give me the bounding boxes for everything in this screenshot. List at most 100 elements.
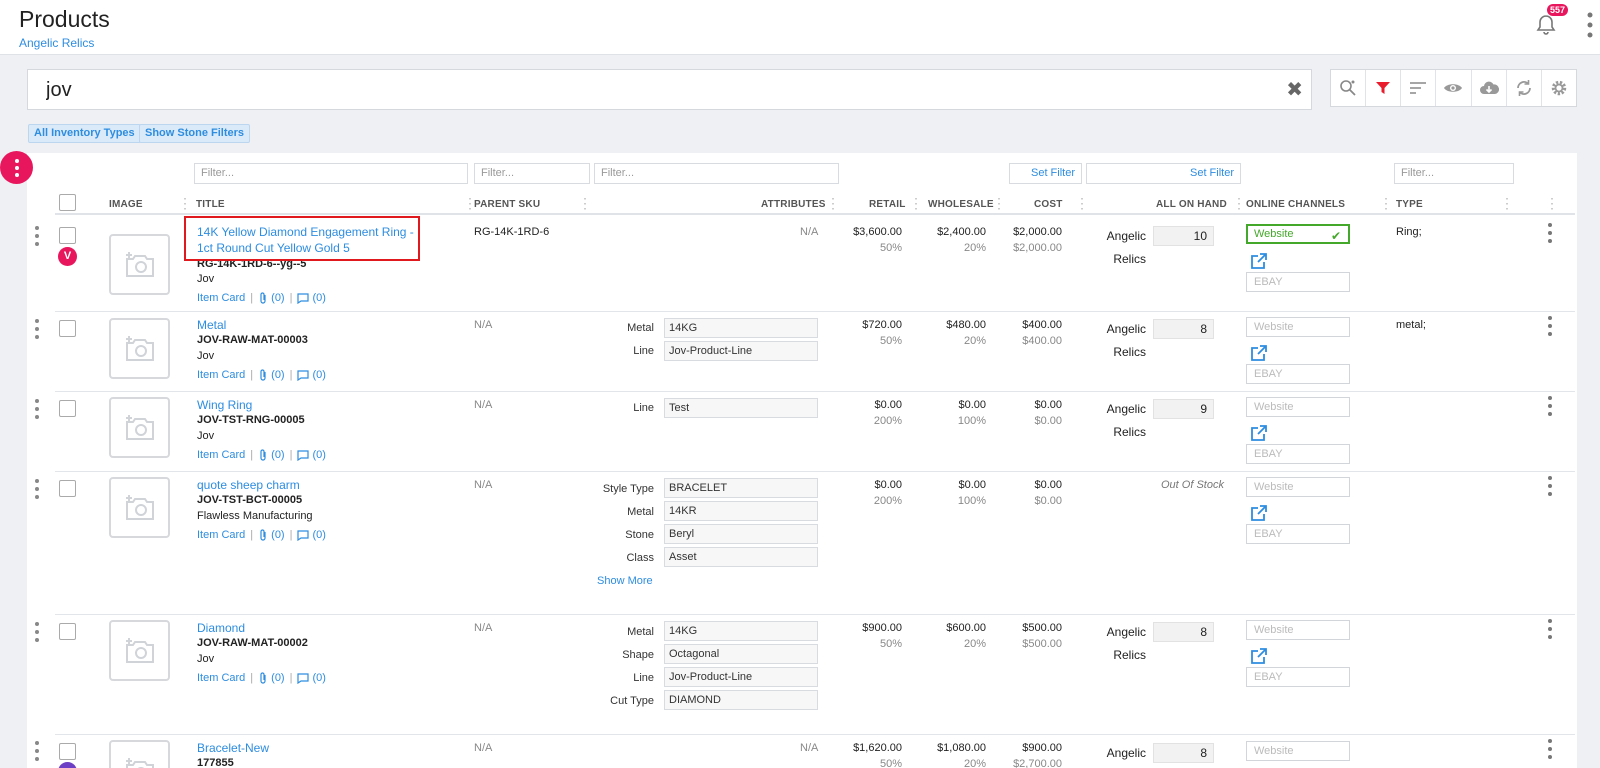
row-actions-icon[interactable]	[1547, 316, 1553, 336]
show-more-link[interactable]: Show More	[597, 575, 653, 587]
external-link-icon[interactable]	[1250, 344, 1268, 362]
column-resize-handle[interactable]	[1075, 196, 1078, 210]
comment-icon[interactable]	[297, 449, 310, 461]
row-actions-icon[interactable]	[1547, 223, 1553, 243]
actions-fab[interactable]	[0, 151, 33, 184]
comment-count[interactable]: (0)	[312, 292, 325, 304]
on-hand-qty[interactable]: 8	[1153, 319, 1214, 339]
attachment-count[interactable]: (0)	[271, 292, 284, 304]
all-inventory-types-chip[interactable]: All Inventory Types	[28, 124, 141, 143]
paperclip-icon[interactable]	[258, 529, 268, 541]
comment-icon[interactable]	[297, 529, 310, 541]
ebay-channel[interactable]: EBAY	[1246, 444, 1350, 464]
col-title[interactable]: TITLE	[196, 199, 225, 210]
close-icon[interactable]: ✖	[1286, 80, 1303, 100]
comment-count[interactable]: (0)	[312, 672, 325, 684]
row-checkbox[interactable]	[59, 623, 76, 640]
row-menu-icon[interactable]	[34, 319, 40, 339]
camera-icon[interactable]	[109, 318, 170, 379]
ebay-channel[interactable]: EBAY	[1246, 364, 1350, 384]
row-checkbox[interactable]	[59, 480, 76, 497]
row-menu-icon[interactable]	[34, 479, 40, 499]
row-menu-icon[interactable]	[34, 741, 40, 761]
item-card-link[interactable]: Item Card	[197, 369, 245, 381]
row-checkbox[interactable]	[59, 320, 76, 337]
column-menu-handle[interactable]	[1545, 196, 1548, 210]
attributes-filter[interactable]: Filter...	[594, 163, 839, 184]
website-channel[interactable]: Website	[1246, 620, 1350, 640]
row-actions-icon[interactable]	[1547, 739, 1553, 759]
view-button[interactable]	[1436, 70, 1472, 106]
on-hand-qty[interactable]: 9	[1153, 399, 1214, 419]
paperclip-icon[interactable]	[258, 672, 268, 684]
ebay-channel[interactable]: EBAY	[1246, 272, 1350, 292]
price-set-filter[interactable]: Set Filter	[1009, 163, 1082, 184]
website-channel[interactable]: Website	[1246, 477, 1350, 497]
website-channel-active[interactable]: Website ✔	[1246, 224, 1350, 244]
column-resize-handle[interactable]	[178, 196, 181, 210]
col-type[interactable]: TYPE	[1396, 199, 1423, 210]
column-resize-handle[interactable]	[826, 196, 829, 210]
more-menu-icon[interactable]	[1587, 12, 1593, 38]
col-attributes[interactable]: ATTRIBUTES	[761, 199, 826, 210]
paperclip-icon[interactable]	[258, 449, 268, 461]
comment-icon[interactable]	[297, 672, 310, 684]
comment-icon[interactable]	[297, 369, 310, 381]
paperclip-icon[interactable]	[258, 292, 268, 304]
col-cost[interactable]: COST	[1034, 199, 1063, 210]
comment-count[interactable]: (0)	[312, 449, 325, 461]
camera-icon[interactable]	[109, 234, 170, 295]
product-title-link[interactable]: Bracelet-New	[197, 740, 269, 756]
search-input[interactable]	[46, 78, 1266, 102]
website-channel[interactable]: Website	[1246, 397, 1350, 417]
type-filter[interactable]: Filter...	[1394, 163, 1514, 184]
camera-icon[interactable]	[109, 620, 170, 681]
item-card-link[interactable]: Item Card	[197, 672, 245, 684]
attachment-count[interactable]: (0)	[271, 369, 284, 381]
row-menu-icon[interactable]	[34, 226, 40, 246]
product-title-link[interactable]: Metal	[197, 317, 226, 333]
ebay-channel[interactable]: EBAY	[1246, 667, 1350, 687]
product-title-link[interactable]: quote sheep charm	[197, 477, 300, 493]
column-resize-handle[interactable]	[463, 196, 466, 210]
row-menu-icon[interactable]	[34, 622, 40, 642]
item-card-link[interactable]: Item Card	[197, 529, 245, 541]
on-hand-qty[interactable]: 8	[1153, 622, 1214, 642]
column-resize-handle[interactable]	[578, 196, 581, 210]
row-checkbox[interactable]	[59, 400, 76, 417]
row-actions-icon[interactable]	[1547, 396, 1553, 416]
title-filter[interactable]: Filter...	[194, 163, 468, 184]
on-hand-qty[interactable]: 10	[1153, 226, 1214, 246]
product-title-link[interactable]: Wing Ring	[197, 397, 252, 413]
external-link-icon[interactable]	[1250, 647, 1268, 665]
camera-icon[interactable]	[109, 477, 170, 538]
store-link[interactable]: Angelic Relics	[19, 36, 94, 50]
select-all-checkbox[interactable]	[59, 194, 76, 211]
parent-sku-filter[interactable]: Filter...	[474, 163, 590, 184]
external-link-icon[interactable]	[1250, 504, 1268, 522]
column-resize-handle[interactable]	[992, 196, 995, 210]
col-retail[interactable]: RETAIL	[869, 199, 906, 210]
product-title-link[interactable]: Diamond	[197, 620, 245, 636]
sort-button[interactable]	[1401, 70, 1437, 106]
download-button[interactable]	[1472, 70, 1507, 106]
row-actions-icon[interactable]	[1547, 476, 1553, 496]
column-resize-handle[interactable]	[1232, 196, 1235, 210]
row-checkbox[interactable]	[59, 743, 76, 760]
settings-button[interactable]	[1542, 70, 1576, 106]
paperclip-icon[interactable]	[258, 369, 268, 381]
filter-button[interactable]	[1366, 70, 1402, 106]
item-card-link[interactable]: Item Card	[197, 449, 245, 461]
camera-icon[interactable]	[109, 397, 170, 458]
attachment-count[interactable]: (0)	[271, 529, 284, 541]
column-resize-handle[interactable]	[1500, 196, 1503, 210]
bell-icon[interactable]	[1534, 13, 1558, 37]
item-card-link[interactable]: Item Card	[197, 292, 245, 304]
column-resize-handle[interactable]	[909, 196, 912, 210]
row-actions-icon[interactable]	[1547, 619, 1553, 639]
row-menu-icon[interactable]	[34, 399, 40, 419]
camera-icon[interactable]	[109, 740, 170, 768]
col-online-channels[interactable]: ONLINE CHANNELS	[1246, 199, 1345, 210]
attachment-count[interactable]: (0)	[271, 672, 284, 684]
website-channel[interactable]: Website	[1246, 317, 1350, 337]
